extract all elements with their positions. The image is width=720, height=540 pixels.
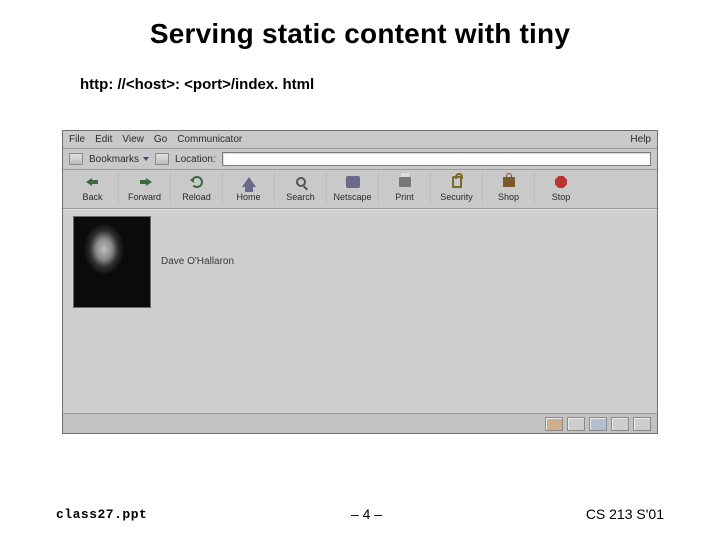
search-icon bbox=[296, 177, 306, 187]
location-label: Location: bbox=[175, 154, 216, 165]
reload-icon bbox=[191, 176, 203, 188]
browser-window: File Edit View Go Communicator Help Book… bbox=[62, 130, 658, 434]
slide-footer: class27.ppt – 4 – CS 213 S'01 bbox=[0, 506, 720, 522]
menu-help[interactable]: Help bbox=[630, 134, 651, 145]
chevron-down-icon bbox=[143, 157, 149, 161]
reload-label: Reload bbox=[182, 192, 211, 202]
netscape-label: Netscape bbox=[333, 192, 371, 202]
back-icon bbox=[86, 177, 100, 187]
menu-edit[interactable]: Edit bbox=[95, 134, 112, 145]
print-button[interactable]: Print bbox=[379, 172, 431, 204]
security-label: Security bbox=[440, 192, 473, 202]
example-url: http: //<host>: <port>/index. html bbox=[0, 68, 720, 107]
toolbar: Back Forward Reload Home Search Netscape… bbox=[63, 170, 657, 209]
menubar: File Edit View Go Communicator Help bbox=[63, 131, 657, 149]
stop-icon bbox=[555, 176, 567, 188]
forward-icon bbox=[138, 177, 152, 187]
bookmarks-icon[interactable] bbox=[69, 153, 83, 165]
back-button[interactable]: Back bbox=[67, 172, 119, 204]
netscape-icon bbox=[346, 176, 360, 188]
home-label: Home bbox=[236, 192, 260, 202]
home-icon bbox=[242, 177, 256, 187]
page-caption: Dave O'Hallaron bbox=[161, 216, 234, 267]
shop-icon bbox=[503, 177, 515, 187]
bookmark-bar: Bookmarks Location: bbox=[63, 149, 657, 170]
statusbar bbox=[63, 413, 657, 433]
location-icon[interactable] bbox=[155, 153, 169, 165]
print-icon bbox=[399, 177, 411, 187]
security-button[interactable]: Security bbox=[431, 172, 483, 204]
security-icon bbox=[452, 176, 462, 188]
location-input[interactable] bbox=[222, 152, 651, 166]
reload-button[interactable]: Reload bbox=[171, 172, 223, 204]
bookmarks-dropdown[interactable]: Bookmarks bbox=[89, 154, 149, 165]
footer-filename: class27.ppt bbox=[56, 507, 147, 522]
page-image bbox=[73, 216, 151, 308]
shop-label: Shop bbox=[498, 192, 519, 202]
footer-page: – 4 – bbox=[351, 506, 382, 522]
status-cell-1 bbox=[545, 417, 563, 431]
footer-course: CS 213 S'01 bbox=[586, 506, 664, 522]
status-cell-2 bbox=[567, 417, 585, 431]
status-cell-4 bbox=[611, 417, 629, 431]
slide-title: Serving static content with tiny bbox=[0, 0, 720, 68]
menu-go[interactable]: Go bbox=[154, 134, 167, 145]
bookmarks-label: Bookmarks bbox=[89, 154, 139, 165]
shop-button[interactable]: Shop bbox=[483, 172, 535, 204]
status-cell-5 bbox=[633, 417, 651, 431]
status-cell-3 bbox=[589, 417, 607, 431]
home-button[interactable]: Home bbox=[223, 172, 275, 204]
netscape-button[interactable]: Netscape bbox=[327, 172, 379, 204]
content-area: Dave O'Hallaron bbox=[63, 209, 657, 413]
search-button[interactable]: Search bbox=[275, 172, 327, 204]
stop-label: Stop bbox=[552, 192, 571, 202]
search-label: Search bbox=[286, 192, 315, 202]
forward-button[interactable]: Forward bbox=[119, 172, 171, 204]
stop-button[interactable]: Stop bbox=[535, 172, 587, 204]
back-label: Back bbox=[82, 192, 102, 202]
menu-communicator[interactable]: Communicator bbox=[177, 134, 242, 145]
menu-file[interactable]: File bbox=[69, 134, 85, 145]
forward-label: Forward bbox=[128, 192, 161, 202]
print-label: Print bbox=[395, 192, 414, 202]
menu-view[interactable]: View bbox=[122, 134, 144, 145]
